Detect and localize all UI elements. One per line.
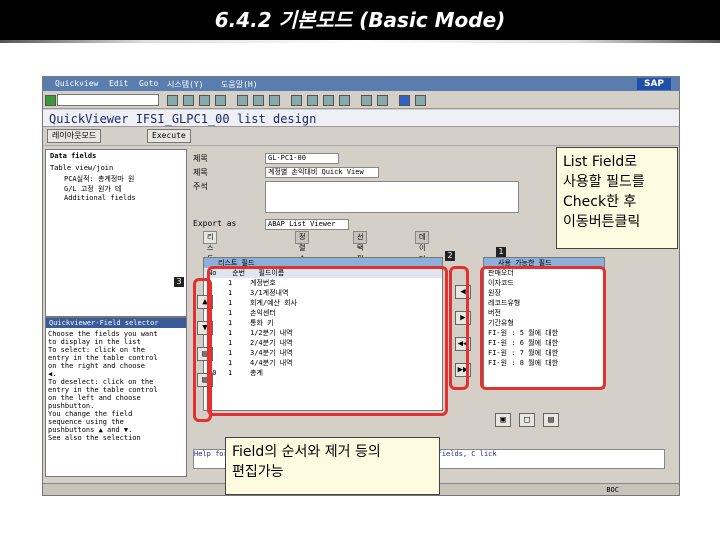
shortcut-icon[interactable] [377, 95, 388, 106]
tab-data-source[interactable]: 데이터소스 [415, 231, 430, 285]
data-fields-tree: Data fields Table view/join PCA실적: 총계정마 … [45, 149, 187, 317]
menu-goto[interactable]: Goto [139, 79, 158, 88]
tree-header: Data fields [50, 152, 97, 160]
help-panel: Quickviewer-Field selector Choose the fi… [45, 317, 187, 477]
help-title: Quickviewer-Field selector [46, 318, 186, 328]
title-label: 제목 [193, 154, 208, 163]
tree-item[interactable]: Table view/join [50, 164, 113, 172]
export-label: Export as [193, 219, 237, 228]
menu-bar: Quickview Edit Goto 시스템(Y) 도움말(H) SAP [43, 77, 679, 91]
export-field[interactable]: ABAP List Viewer [265, 219, 349, 230]
print-icon[interactable] [237, 95, 248, 106]
tab-sort-order[interactable]: 정렬 순서 [295, 231, 310, 274]
step-badge-1: 1 [496, 247, 506, 257]
slide-title: 6.4.2 기본모드 (Basic Mode) [214, 8, 506, 32]
note-label: 주석 [193, 182, 208, 191]
callout-select-fields: List Field로 사용할 필드를 Check한 후 이동버튼클릭 [556, 147, 678, 249]
menu-system[interactable]: 시스템(Y) [167, 79, 204, 90]
command-field[interactable] [57, 94, 159, 106]
deselect-all-button[interactable]: □ [519, 413, 535, 427]
help-text: Choose the fields you want to display in… [48, 330, 158, 442]
layout-mode-button[interactable]: 레이아웃모드 [47, 129, 102, 143]
exit-icon[interactable] [199, 95, 210, 106]
step-badge-3: 3 [174, 277, 184, 287]
find-icon[interactable] [253, 95, 264, 106]
window-title: QuickViewer IFSI_GLPC1_00 list design [49, 112, 317, 126]
new-session-icon[interactable] [361, 95, 372, 106]
help-icon[interactable] [399, 95, 410, 106]
menu-quickview[interactable]: Quickview [55, 79, 98, 88]
execute-button[interactable]: Execute [147, 129, 191, 143]
application-toolbar: 레이아웃모드 Execute [43, 127, 679, 146]
tree-item[interactable]: PCA실적: 총계정마 원 [64, 174, 134, 184]
save-icon[interactable] [167, 95, 178, 106]
header-divider [0, 40, 720, 43]
tree-item[interactable]: G/L 고정 원가 테 [64, 184, 122, 194]
previous-page-icon[interactable] [307, 95, 318, 106]
sap-logo: SAP [637, 78, 671, 90]
find-next-icon[interactable] [269, 95, 280, 106]
note-field[interactable] [265, 181, 519, 213]
first-page-icon[interactable] [291, 95, 302, 106]
menu-help[interactable]: 도움말(H) [221, 79, 258, 90]
enter-icon[interactable] [45, 95, 56, 106]
standard-toolbar [43, 92, 679, 109]
menu-edit[interactable]: Edit [109, 79, 128, 88]
cancel-icon[interactable] [215, 95, 226, 106]
window-titlebar: QuickViewer IFSI_GLPC1_00 list design [43, 110, 679, 127]
tab-list-fields[interactable]: 리스트필드 선택 [203, 231, 218, 307]
highlight-available-fields [480, 266, 606, 390]
comment-field[interactable]: 계정별 손익대비 Quick View [265, 167, 379, 178]
status-text: BOC [606, 486, 619, 494]
highlight-move-buttons [449, 266, 469, 390]
select-all-button[interactable]: ▣ [495, 413, 511, 427]
comment-label: 제목 [193, 168, 208, 177]
highlight-list-fields [207, 266, 448, 416]
title-field[interactable]: GL-PC1-00 [265, 153, 339, 164]
back-icon[interactable] [183, 95, 194, 106]
last-page-icon[interactable] [339, 95, 350, 106]
detail-button[interactable]: ▤ [543, 413, 559, 427]
callout-edit-order: Field의 순서와 제거 등의 편집가능 [225, 437, 440, 495]
tree-item[interactable]: Additional fields [64, 194, 136, 202]
step-badge-2: 2 [445, 251, 455, 261]
next-page-icon[interactable] [323, 95, 334, 106]
layout-icon[interactable] [415, 95, 426, 106]
tab-selection-fields[interactable]: 선택필드 [353, 231, 368, 274]
